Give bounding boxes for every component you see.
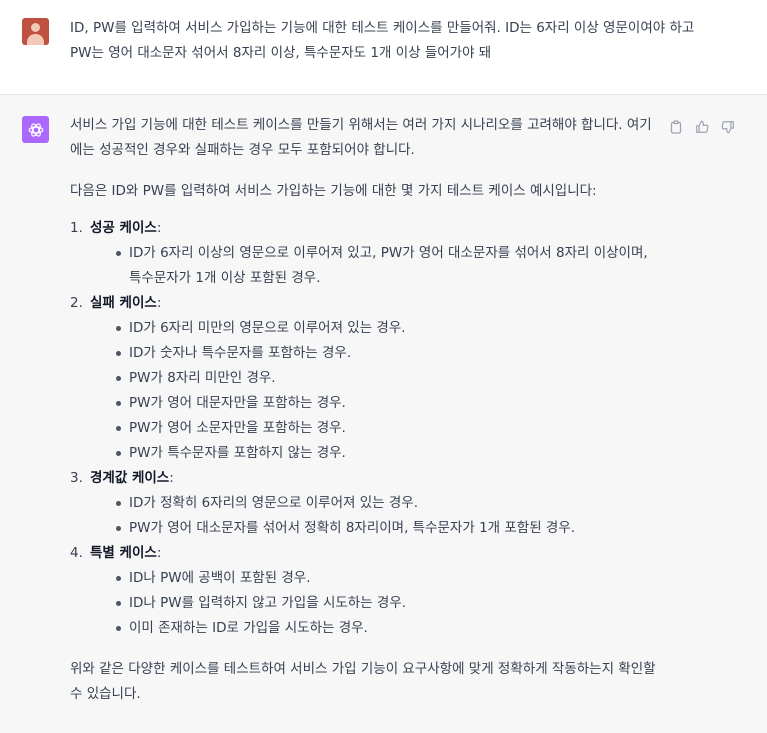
list-item: ID가 숫자나 특수문자를 포함하는 경우. bbox=[110, 341, 660, 366]
list-item: PW가 영어 대문자만을 포함하는 경우. bbox=[110, 391, 660, 416]
lead-paragraph: 다음은 ID와 PW를 입력하여 서비스 가입하는 기능에 대한 몇 가지 테스… bbox=[70, 183, 597, 199]
section-title: 실패 케이스 bbox=[90, 295, 157, 311]
assistant-logo-icon bbox=[22, 116, 49, 143]
section-title: 성공 케이스 bbox=[90, 220, 157, 236]
message-actions bbox=[668, 119, 736, 135]
list-item: ID가 6자리 이상의 영문으로 이루어져 있고, PW가 영어 대소문자를 섞… bbox=[110, 241, 660, 291]
list-item: PW가 영어 대소문자를 섞어서 정확히 8자리이며, 특수문자가 1개 포함된… bbox=[110, 516, 660, 541]
user-message-text: ID, PW를 입력하여 서비스 가입하는 기능에 대한 테스트 케이스를 만들… bbox=[70, 20, 695, 61]
section-title: 경계값 케이스 bbox=[90, 470, 170, 486]
user-message-row: ID, PW를 입력하여 서비스 가입하는 기능에 대한 테스트 케이스를 만들… bbox=[0, 0, 767, 95]
thumbs-up-icon[interactable] bbox=[694, 119, 710, 135]
section-boundary: 3. 경계값 케이스: ID가 정확히 6자리의 영문으로 이루어져 있는 경우… bbox=[70, 466, 660, 541]
thumbs-down-icon[interactable] bbox=[720, 119, 736, 135]
section-special: 4. 특별 케이스: ID나 PW에 공백이 포함된 경우. ID나 PW를 입… bbox=[70, 541, 660, 641]
user-avatar bbox=[22, 18, 49, 45]
outro-paragraph: 위와 같은 다양한 케이스를 테스트하여 서비스 가입 기능이 요구사항에 맞게… bbox=[70, 661, 656, 702]
test-case-list: 1. 성공 케이스: ID가 6자리 이상의 영문으로 이루어져 있고, PW가… bbox=[70, 216, 660, 641]
copy-icon[interactable] bbox=[668, 119, 684, 135]
list-item: PW가 8자리 미만인 경우. bbox=[110, 366, 660, 391]
list-item: ID나 PW에 공백이 포함된 경우. bbox=[110, 566, 660, 591]
list-item: PW가 영어 소문자만을 포함하는 경우. bbox=[110, 416, 660, 441]
intro-paragraph: 서비스 가입 기능에 대한 테스트 케이스를 만들기 위해서는 여러 가지 시나… bbox=[70, 117, 652, 158]
assistant-message-content: 서비스 가입 기능에 대한 테스트 케이스를 만들기 위해서는 여러 가지 시나… bbox=[70, 113, 660, 707]
list-item: 이미 존재하는 ID로 가입을 시도하는 경우. bbox=[110, 616, 660, 641]
section-failure: 2. 실패 케이스: ID가 6자리 미만의 영문으로 이루어져 있는 경우. … bbox=[70, 291, 660, 466]
list-item: ID가 6자리 미만의 영문으로 이루어져 있는 경우. bbox=[110, 316, 660, 341]
section-success: 1. 성공 케이스: ID가 6자리 이상의 영문으로 이루어져 있고, PW가… bbox=[70, 216, 660, 291]
list-item: ID나 PW를 입력하지 않고 가입을 시도하는 경우. bbox=[110, 591, 660, 616]
assistant-message-row: 서비스 가입 기능에 대한 테스트 케이스를 만들기 위해서는 여러 가지 시나… bbox=[0, 95, 767, 733]
list-item: ID가 정확히 6자리의 영문으로 이루어져 있는 경우. bbox=[110, 491, 660, 516]
list-item: PW가 특수문자를 포함하지 않는 경우. bbox=[110, 441, 660, 466]
section-title: 특별 케이스 bbox=[90, 545, 157, 561]
